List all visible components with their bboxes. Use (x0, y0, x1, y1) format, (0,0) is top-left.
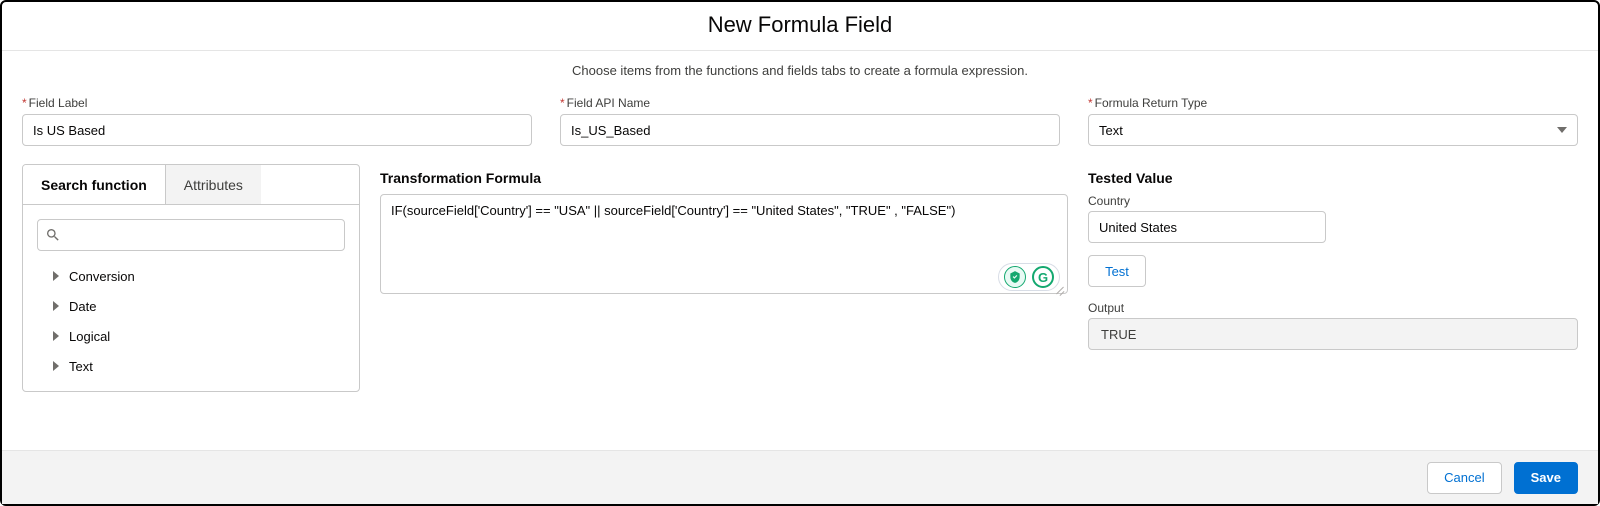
field-api-name-input[interactable] (560, 114, 1060, 146)
function-search-wrap (37, 219, 345, 251)
modal-header: New Formula Field (2, 2, 1598, 51)
tested-value-panel: Tested Value Country Test Output TRUE (1088, 164, 1578, 450)
category-logical[interactable]: Logical (37, 321, 345, 351)
formula-wrap: G (380, 194, 1068, 297)
chevron-right-icon (53, 361, 59, 371)
assist-badge-group: G (998, 263, 1060, 291)
category-text[interactable]: Text (37, 351, 345, 381)
formula-return-type-value: Text (1099, 123, 1123, 138)
test-button[interactable]: Test (1088, 255, 1146, 287)
tested-field-input[interactable] (1088, 211, 1326, 243)
chevron-right-icon (53, 271, 59, 281)
field-label-group: *Field Label (22, 96, 532, 146)
function-search-input[interactable] (37, 219, 345, 251)
chevron-right-icon (53, 301, 59, 311)
function-tabs: Search function Attributes (23, 165, 359, 205)
formula-return-type-caption: *Formula Return Type (1088, 96, 1578, 110)
formula-panel: Transformation Formula G (380, 164, 1068, 450)
chevron-right-icon (53, 331, 59, 341)
formula-title: Transformation Formula (380, 170, 1068, 186)
tab-attributes[interactable]: Attributes (166, 165, 261, 204)
field-label-caption: *Field Label (22, 96, 532, 110)
required-star-icon: * (560, 96, 565, 110)
required-star-icon: * (1088, 96, 1093, 110)
formula-return-type-select[interactable]: Text (1088, 114, 1578, 146)
field-api-name-group: *Field API Name (560, 96, 1060, 146)
caret-down-icon (1557, 127, 1567, 133)
function-tree-area: Conversion Date Logical Text (23, 205, 359, 389)
tested-field-label: Country (1088, 194, 1578, 208)
modal-footer: Cancel Save (2, 450, 1598, 504)
search-icon (45, 227, 61, 243)
tab-search-function[interactable]: Search function (23, 165, 166, 204)
formula-return-type-group: *Formula Return Type Text (1088, 96, 1578, 146)
builder-row: Search function Attributes Conversion Da… (22, 164, 1578, 450)
save-button[interactable]: Save (1514, 462, 1578, 494)
formula-textarea[interactable] (380, 194, 1068, 294)
modal-body: Choose items from the functions and fiel… (2, 51, 1598, 450)
shield-check-icon[interactable] (1004, 266, 1026, 288)
field-api-name-caption: *Field API Name (560, 96, 1060, 110)
output-label: Output (1088, 301, 1578, 315)
field-label-input[interactable] (22, 114, 532, 146)
field-row: *Field Label *Field API Name *Formula Re… (22, 96, 1578, 146)
new-formula-modal: New Formula Field Choose items from the … (0, 0, 1600, 506)
modal-help-text: Choose items from the functions and fiel… (22, 63, 1578, 78)
function-panel: Search function Attributes Conversion Da… (22, 164, 360, 392)
tested-value-title: Tested Value (1088, 170, 1578, 186)
category-date[interactable]: Date (37, 291, 345, 321)
modal-title: New Formula Field (2, 12, 1598, 38)
function-category-list: Conversion Date Logical Text (37, 261, 345, 381)
cancel-button[interactable]: Cancel (1427, 462, 1501, 494)
required-star-icon: * (22, 96, 27, 110)
grammarly-g-icon[interactable]: G (1032, 266, 1054, 288)
category-conversion[interactable]: Conversion (37, 261, 345, 291)
output-value: TRUE (1088, 318, 1578, 350)
